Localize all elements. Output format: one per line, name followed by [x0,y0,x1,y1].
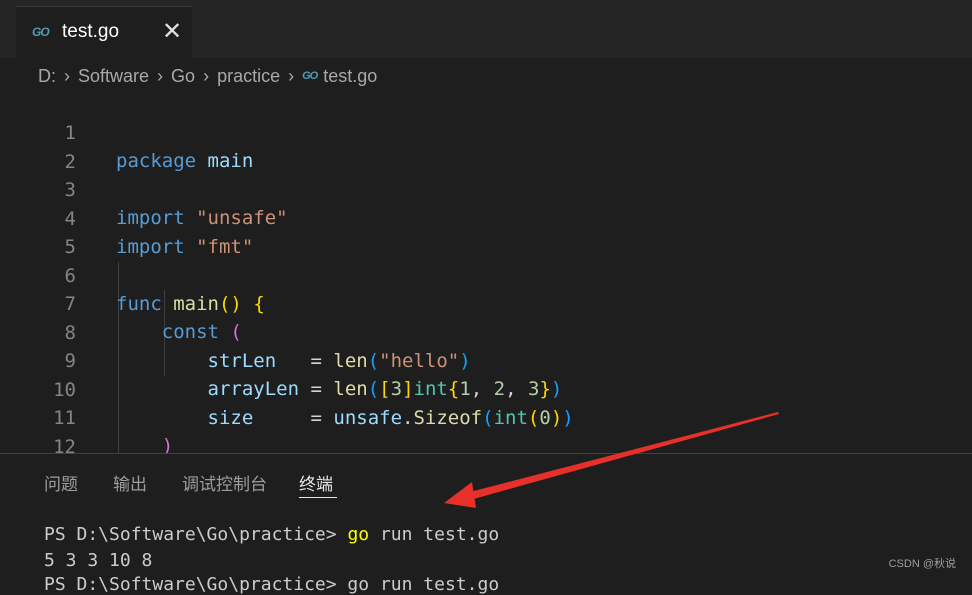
annotation-arrow [444,412,779,508]
